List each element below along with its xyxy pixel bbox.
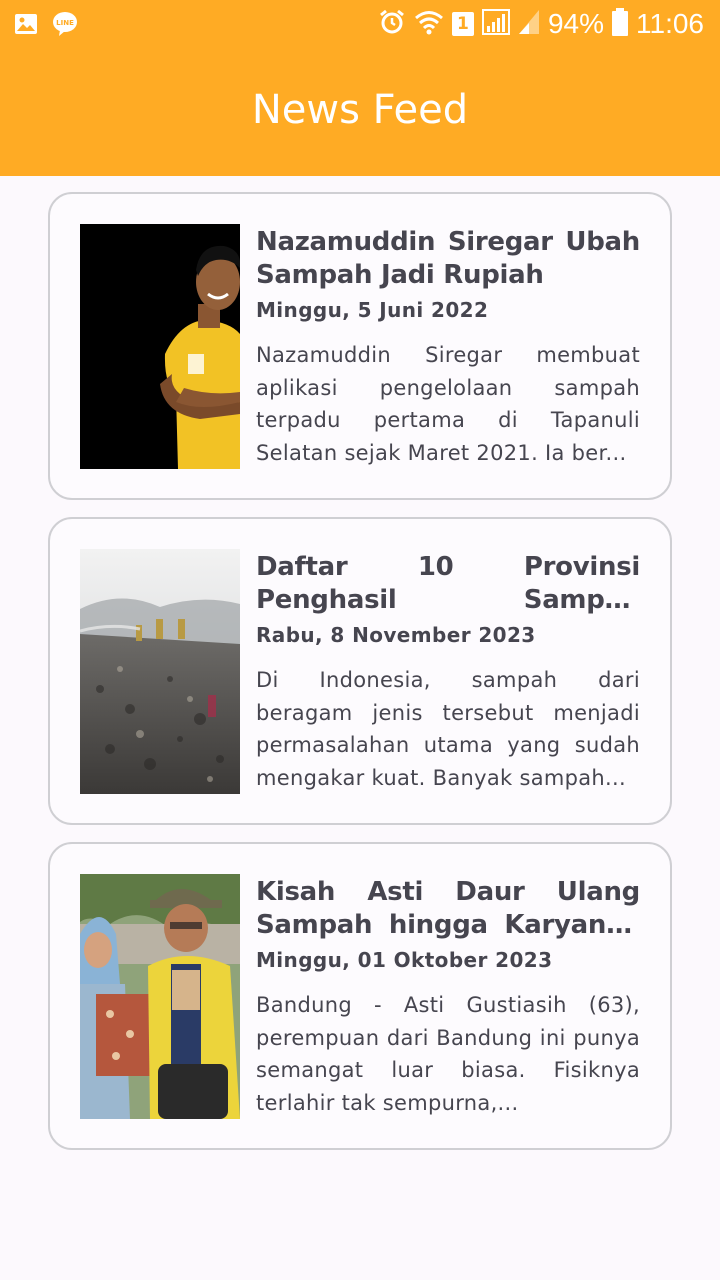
news-date: Minggu, 01 Oktober 2023: [256, 948, 553, 972]
news-title[interactable]: Daftar 10 Provinsi Penghasil Sampah Terb…: [256, 551, 640, 617]
svg-text:LINE: LINE: [56, 19, 74, 27]
news-thumbnail: [80, 549, 240, 794]
signal-weak-icon: [518, 8, 540, 41]
sim1-icon: 1: [451, 12, 474, 36]
clock: 11:06: [636, 8, 704, 39]
news-content: Nazamuddin Siregar Ubah Sampah Jadi Rupi…: [256, 226, 640, 469]
page-title: News Feed: [251, 87, 469, 133]
news-thumbnail: [80, 224, 240, 469]
news-date: Minggu, 5 Juni 2022: [256, 298, 489, 322]
news-content: Kisah Asti Daur Ulang Sampah hingga Kary…: [256, 876, 640, 1119]
news-title[interactable]: Kisah Asti Daur Ulang Sampah hingga Kary…: [256, 876, 640, 942]
sim-label: 1: [457, 14, 469, 34]
news-card[interactable]: Daftar 10 Provinsi Penghasil Sampah Terb…: [48, 517, 672, 825]
news-summary: Nazamuddin Siregar membuat aplikasi peng…: [256, 343, 640, 465]
status-bar-left: LINE: [14, 11, 78, 42]
news-card[interactable]: Kisah Asti Daur Ulang Sampah hingga Kary…: [48, 842, 672, 1150]
news-card[interactable]: Nazamuddin Siregar Ubah Sampah Jadi Rupi…: [48, 192, 672, 500]
app-bar: News Feed: [0, 48, 720, 176]
alarm-icon: [378, 8, 406, 41]
line-app-icon: LINE: [52, 11, 78, 42]
news-summary: Bandung - Asti Gustiasih (63), perempuan…: [256, 993, 640, 1115]
status-bar: LINE 1 94% 11:06: [0, 0, 720, 48]
gallery-icon: [14, 12, 38, 41]
news-feed-list[interactable]: Nazamuddin Siregar Ubah Sampah Jadi Rupi…: [48, 192, 672, 1167]
wifi-icon: [414, 8, 444, 41]
news-date: Rabu, 8 November 2023: [256, 623, 536, 647]
news-title[interactable]: Nazamuddin Siregar Ubah Sampah Jadi Rupi…: [256, 226, 640, 292]
battery-icon: [612, 7, 628, 41]
news-summary: Di Indonesia, sampah dari beragam jenis …: [256, 668, 640, 790]
signal-icon: [481, 8, 510, 41]
battery-percent: 94%: [547, 8, 604, 39]
news-thumbnail: [80, 874, 240, 1119]
news-content: Daftar 10 Provinsi Penghasil Sampah Terb…: [256, 551, 640, 794]
status-bar-right: 1 94% 11:06: [378, 6, 704, 42]
